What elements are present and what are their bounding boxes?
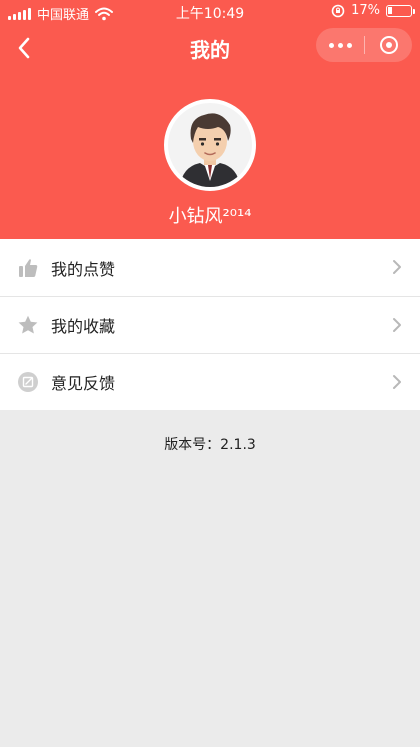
star-icon bbox=[17, 314, 39, 336]
thumbs-up-icon bbox=[17, 257, 39, 279]
menu-item-feedback[interactable]: 意见反馈 bbox=[0, 353, 420, 410]
chevron-right-icon bbox=[393, 375, 401, 389]
orientation-lock-icon bbox=[331, 4, 345, 17]
menu-item-likes[interactable]: 我的点赞 bbox=[0, 239, 420, 296]
menu-item-favorites[interactable]: 我的收藏 bbox=[0, 296, 420, 353]
target-icon bbox=[379, 36, 398, 54]
menu-item-label: 意见反馈 bbox=[51, 374, 116, 393]
avatar[interactable] bbox=[164, 99, 256, 191]
chevron-right-icon bbox=[393, 260, 401, 274]
battery-icon bbox=[386, 4, 415, 17]
more-dot bbox=[337, 42, 343, 48]
version-text: 版本号：2.1.3 bbox=[164, 437, 256, 453]
more-dot bbox=[346, 42, 352, 48]
more-button[interactable] bbox=[316, 28, 364, 62]
avatar-illustration bbox=[168, 103, 252, 187]
profile-header: 中国联通 上午10:49 17% 我的 小钻风²⁰¹⁴ bbox=[0, 0, 420, 239]
status-bar: 中国联通 上午10:49 17% bbox=[0, 0, 420, 23]
close-button[interactable] bbox=[365, 28, 412, 62]
battery-fill bbox=[388, 6, 392, 14]
chevron-right-icon bbox=[393, 318, 401, 332]
menu-item-label: 我的点赞 bbox=[51, 259, 116, 279]
mini-program-capsule bbox=[316, 28, 412, 62]
status-right: 17% bbox=[331, 3, 415, 18]
menu-list: 我的点赞 我的收藏 意见反馈 bbox=[0, 239, 420, 410]
menu-item-label: 我的收藏 bbox=[51, 317, 116, 336]
more-dots-icon bbox=[328, 42, 334, 48]
username: 小钻风²⁰¹⁴ bbox=[168, 206, 252, 227]
feedback-edit-icon bbox=[17, 371, 39, 393]
battery-percent: 17% bbox=[351, 3, 380, 18]
